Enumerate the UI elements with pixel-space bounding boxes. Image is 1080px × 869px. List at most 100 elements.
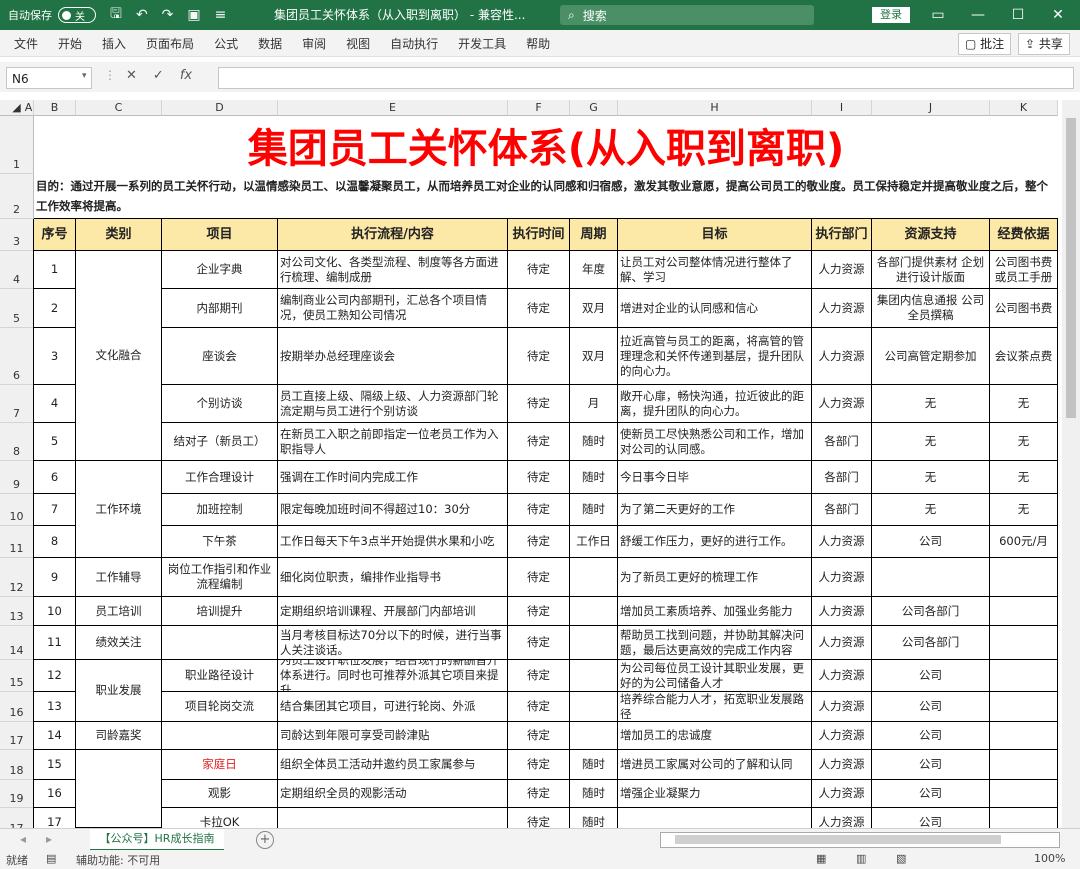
table-cell[interactable]: 集团内信息通报 公司全员撰稿 [872,289,990,328]
name-box[interactable]: N6 [6,67,92,89]
table-cell[interactable]: 舒缓工作压力，更好的进行工作。 [618,526,812,558]
menu-item-7[interactable]: 视图 [346,35,370,52]
row-header-2[interactable]: 2 [0,174,34,219]
table-cell[interactable]: 公司 [872,780,990,808]
table-cell[interactable]: 无 [990,385,1058,423]
table-cell[interactable]: 人力资源 [812,780,872,808]
table-cell[interactable]: 无 [872,385,990,423]
category-cell[interactable]: 员工培训 [76,597,162,626]
camera-icon[interactable]: ▣ [187,7,200,23]
row-header-19[interactable]: 19 [0,780,34,808]
row-header-4[interactable]: 4 [0,251,34,289]
table-cell[interactable]: 无 [990,423,1058,461]
column-header-A[interactable]: A [24,100,34,116]
table-cell[interactable]: 随时 [570,808,618,828]
table-cell[interactable]: 随时 [570,494,618,526]
table-cell[interactable] [162,626,278,660]
table-cell[interactable]: 人力资源 [812,808,872,828]
insert-function-icon[interactable]: fx [180,68,192,83]
table-cell[interactable]: 观影 [162,780,278,808]
table-cell[interactable]: 待定 [508,251,570,289]
menu-item-4[interactable]: 公式 [214,35,238,52]
table-cell[interactable] [990,722,1058,750]
table-cell[interactable]: 待定 [508,558,570,597]
vertical-scrollbar[interactable] [1062,100,1080,828]
table-cell[interactable]: 17 [34,808,76,828]
table-cell[interactable]: 双月 [570,289,618,328]
row-header-20[interactable]: 17 [0,808,34,828]
table-cell[interactable]: 增加员工素质培养、加强业务能力 [618,597,812,626]
table-cell[interactable] [570,722,618,750]
page-layout-icon[interactable]: ▥ [856,852,866,865]
table-cell[interactable] [570,692,618,722]
table-cell[interactable]: 13 [34,692,76,722]
table-header-cell[interactable]: 类别 [76,219,162,251]
customize-toolbar-icon[interactable]: ≡ [215,7,227,23]
table-cell[interactable]: 员工直接上级、隔级上级、人力资源部门轮流定期与员工进行个别访谈 [278,385,508,423]
table-cell[interactable]: 待定 [508,526,570,558]
table-header-cell[interactable]: 资源支持 [872,219,990,251]
table-cell[interactable]: 公司 [872,660,990,692]
table-cell[interactable]: 5 [34,423,76,461]
menu-item-8[interactable]: 自动执行 [390,35,438,52]
sheet-tab[interactable]: 【公众号】HR成长指南 [90,829,224,851]
table-cell[interactable]: 随时 [570,461,618,494]
category-cell[interactable]: 工作辅导 [76,558,162,597]
table-cell[interactable]: 人力资源 [812,750,872,780]
page-break-icon[interactable]: ▧ [896,852,906,865]
table-cell[interactable]: 无 [872,423,990,461]
table-cell[interactable]: 2 [34,289,76,328]
table-cell[interactable]: 3 [34,328,76,385]
table-cell[interactable]: 组织全体员工活动并邀约员工家属参与 [278,750,508,780]
row-header-14[interactable]: 14 [0,626,34,660]
row-header-11[interactable]: 11 [0,526,34,558]
row-header-18[interactable]: 18 [0,750,34,780]
close-icon[interactable]: ✕ [1038,0,1078,30]
tab-next-icon[interactable]: ▸ [46,832,52,846]
table-cell[interactable]: 600元/月 [990,526,1058,558]
table-cell[interactable] [990,692,1058,722]
category-cell[interactable]: 绩效关注 [76,626,162,660]
table-cell[interactable]: 公司 [872,692,990,722]
table-cell[interactable]: 职业路径设计 [162,660,278,692]
autosave-toggle[interactable]: 关 [58,7,96,23]
table-cell[interactable]: 细化岗位职责，编排作业指导书 [278,558,508,597]
share-button[interactable]: ⇪ 共享 [1018,33,1070,55]
table-cell[interactable]: 人力资源 [812,526,872,558]
column-header-K[interactable]: K [990,100,1058,116]
table-cell[interactable]: 待定 [508,385,570,423]
table-cell[interactable]: 按期举办总经理座谈会 [278,328,508,385]
table-cell[interactable]: 工作日 [570,526,618,558]
formula-input[interactable] [218,67,1074,89]
table-cell[interactable]: 拉近高管与员工的距离，将高管的管理理念和关怀传递到基层，提升团队的向心力。 [618,328,812,385]
column-header-D[interactable]: D [162,100,278,116]
table-cell[interactable]: 待定 [508,722,570,750]
table-cell[interactable]: 公司 [872,808,990,828]
tab-prev-icon[interactable]: ◂ [20,832,26,846]
table-cell[interactable]: 待定 [508,461,570,494]
table-cell[interactable]: 公司图书费 [990,289,1058,328]
table-cell[interactable]: 待定 [508,289,570,328]
table-cell[interactable]: 16 [34,780,76,808]
comment-button[interactable]: ▢ 批注 [958,33,1012,55]
menu-item-9[interactable]: 开发工具 [458,35,506,52]
table-cell[interactable]: 待定 [508,626,570,660]
row-header-16[interactable]: 16 [0,692,34,722]
table-cell[interactable]: 内部期刊 [162,289,278,328]
table-cell[interactable]: 培训提升 [162,597,278,626]
table-header-cell[interactable]: 序号 [34,219,76,251]
table-cell[interactable]: 随时 [570,423,618,461]
table-cell[interactable]: 待定 [508,597,570,626]
table-cell[interactable]: 帮助员工找到问题，并协助其解决问题，最后达更高效的完成工作内容 [618,626,812,660]
table-cell[interactable]: 人力资源 [812,660,872,692]
search-box[interactable]: ⌕ 搜索 [560,5,814,25]
ribbon-display-icon[interactable]: ▭ [918,0,958,30]
row-header-15[interactable]: 15 [0,660,34,692]
purpose-text[interactable]: 目的：通过开展一系列的员工关怀行动，以温情感染员工、以温馨凝聚员工，从而培养员工… [34,174,1058,219]
table-cell[interactable]: 限定每晚加班时间不得超过10：30分 [278,494,508,526]
table-cell[interactable]: 14 [34,722,76,750]
table-cell[interactable] [990,597,1058,626]
table-cell[interactable]: 为员工设计职位发展，结合现行的薪酬晋升体系进行。同时也可推荐外派其它项目来提升。 [278,660,508,692]
table-cell[interactable]: 让员工对公司整体情况进行整体了解、学习 [618,251,812,289]
table-cell[interactable]: 待定 [508,660,570,692]
